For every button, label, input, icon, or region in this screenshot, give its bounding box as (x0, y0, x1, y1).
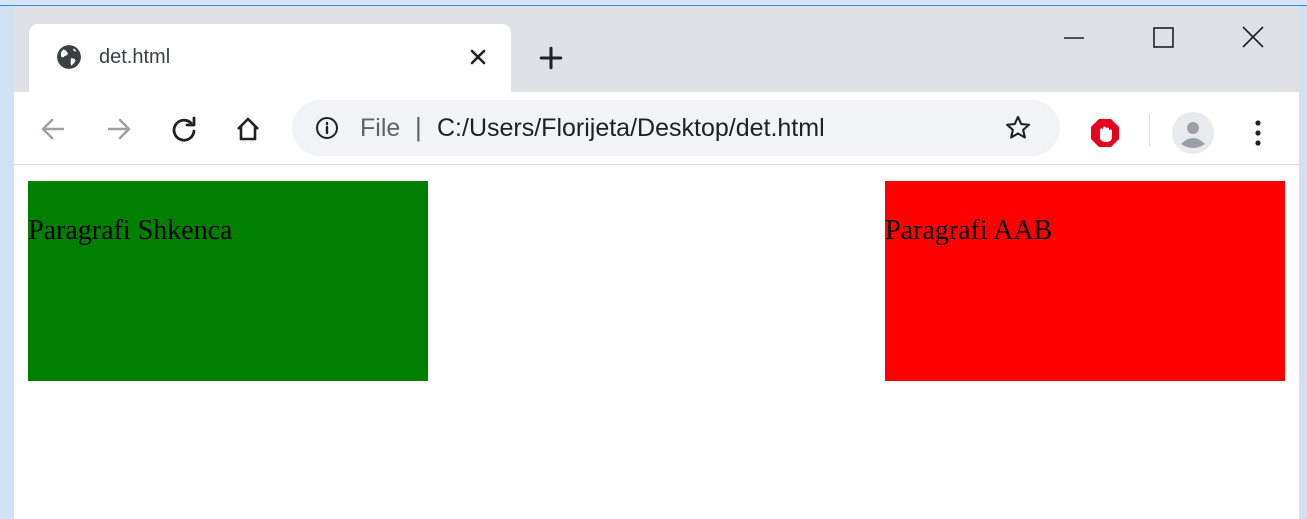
kebab-menu-icon[interactable] (1246, 116, 1270, 150)
paragraph-aab-box: Paragrafi AAB (885, 181, 1285, 381)
window-close-icon[interactable] (1233, 20, 1273, 56)
globe-icon (57, 45, 81, 69)
page-viewport: Paragrafi Shkenca Paragrafi AAB (14, 165, 1299, 519)
tab-det-html[interactable]: det.html (29, 24, 511, 92)
address-scheme: File (360, 114, 401, 142)
home-icon[interactable] (233, 114, 263, 144)
address-bar[interactable]: File | C:/Users/Florijeta/Desktop/det.ht… (292, 100, 1060, 156)
paragraph-aab: Paragrafi AAB (885, 215, 1053, 246)
address-url[interactable]: C:/Users/Florijeta/Desktop/det.html (437, 114, 825, 142)
tab-strip: det.html (14, 6, 1299, 92)
maximize-icon[interactable] (1143, 20, 1183, 56)
close-icon[interactable] (466, 45, 490, 69)
toolbar: File | C:/Users/Florijeta/Desktop/det.ht… (14, 92, 1299, 165)
star-icon[interactable] (1004, 114, 1032, 142)
minimize-icon[interactable] (1054, 20, 1094, 56)
forward-arrow-icon[interactable] (104, 114, 134, 144)
info-icon[interactable] (315, 116, 339, 140)
reload-icon[interactable] (169, 114, 199, 144)
address-separator: | (415, 112, 422, 142)
back-arrow-icon[interactable] (38, 114, 68, 144)
toolbar-divider (1149, 114, 1150, 146)
paragraph-shkenca: Paragrafi Shkenca (28, 215, 233, 246)
paragraph-shkenca-box: Paragrafi Shkenca (28, 181, 428, 381)
tab-title: det.html (99, 46, 171, 68)
new-tab-plus-icon[interactable] (538, 45, 564, 71)
browser-window: det.html File | C:/Users/Florijeta/Deskt… (14, 6, 1299, 519)
adblock-hand-icon[interactable] (1089, 117, 1121, 149)
avatar-icon[interactable] (1172, 112, 1214, 154)
